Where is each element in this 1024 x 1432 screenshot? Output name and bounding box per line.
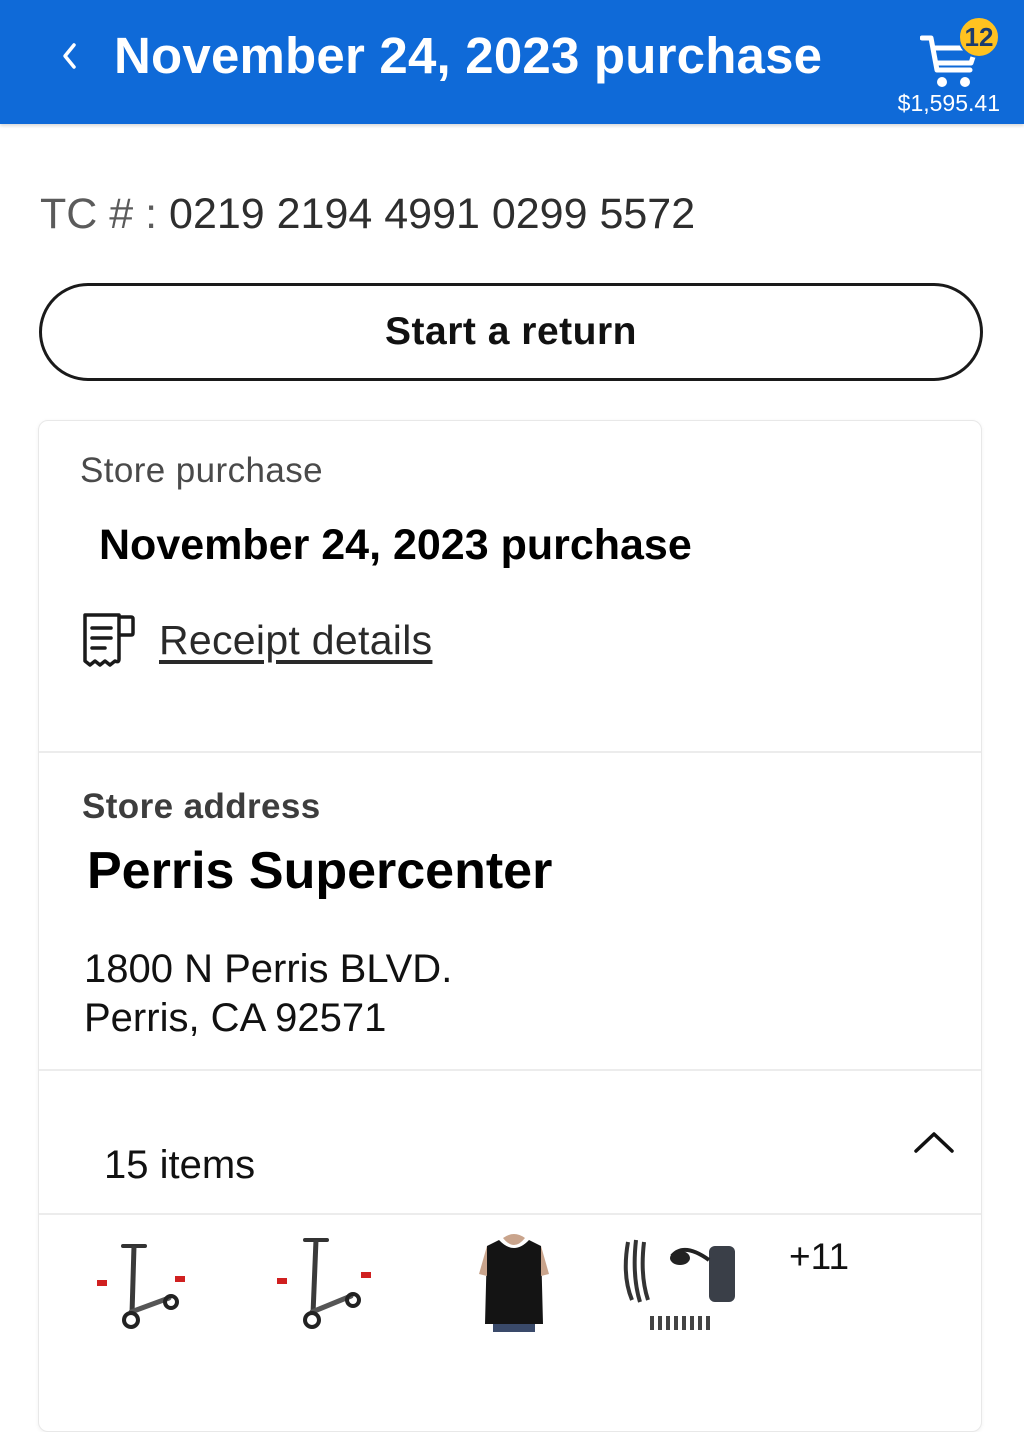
- section-divider: [39, 1213, 981, 1215]
- scooter-icon: [277, 1238, 371, 1329]
- items-count: 15 items: [104, 1143, 256, 1187]
- collapse-items-button[interactable]: [911, 1121, 957, 1161]
- header-title: November 24, 2023 purchase: [114, 27, 823, 84]
- scooter-icon: [97, 1244, 185, 1329]
- store-address-line1: 1800 N Perris BLVD.: [84, 947, 453, 991]
- store-address-label: Store address: [82, 787, 321, 826]
- purchase-card: Store purchase November 24, 2023 purchas…: [38, 420, 982, 1432]
- transaction-value: 0219 2194 4991 0299 5572: [169, 190, 696, 238]
- cart-count-badge: 12: [958, 16, 1000, 58]
- store-name: Perris Supercenter: [87, 842, 553, 900]
- back-button[interactable]: [52, 36, 86, 76]
- section-divider: [39, 751, 981, 753]
- app-header: November 24, 2023 purchase 12 $1,595.41: [0, 0, 1024, 124]
- cart-total: $1,595.41: [897, 90, 1000, 116]
- purchase-title: November 24, 2023 purchase: [99, 521, 692, 569]
- item-thumbnail-scooter[interactable]: [259, 1216, 389, 1346]
- more-items-link[interactable]: +11: [789, 1236, 849, 1278]
- start-return-button[interactable]: Start a return: [39, 283, 983, 381]
- chevron-left-icon: [63, 43, 76, 69]
- cart-button[interactable]: 12 $1,595.41: [898, 14, 1008, 120]
- transaction-label: TC # :: [40, 190, 158, 238]
- receipt-details-link[interactable]: Receipt details: [81, 611, 432, 669]
- receipt-icon: [83, 613, 135, 667]
- item-thumbnail-scooter[interactable]: [79, 1216, 209, 1346]
- item-thumbnail-power-adapter[interactable]: [614, 1216, 744, 1346]
- item-thumbnails: +11: [39, 1216, 981, 1366]
- store-address-line2: Perris, CA 92571: [84, 996, 387, 1040]
- item-thumbnail-tshirt[interactable]: [449, 1216, 579, 1346]
- tshirt-icon: [479, 1234, 549, 1332]
- transaction-number: TC # : 0219 2194 4991 0299 5572: [40, 190, 695, 239]
- store-purchase-label: Store purchase: [80, 451, 323, 490]
- receipt-details-label[interactable]: Receipt details: [159, 617, 432, 664]
- power-adapter-icon: [623, 1239, 735, 1330]
- chevron-up-icon: [914, 1132, 954, 1153]
- section-divider: [39, 1069, 981, 1071]
